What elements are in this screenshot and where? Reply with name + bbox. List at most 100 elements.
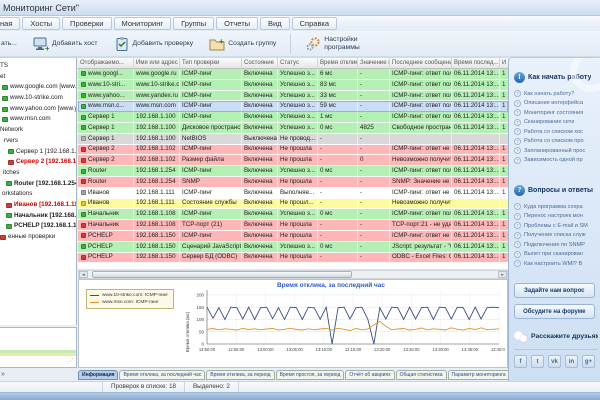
collapse-chevron-icon[interactable]: » — [1, 370, 9, 380]
table-cell: Состояние службы — [180, 199, 242, 209]
bottom-tab-1[interactable]: Время отклика, за последний час — [119, 370, 205, 380]
column-header-1[interactable]: Имя или адрес хо... — [134, 58, 180, 68]
menu-tab-0[interactable]: ная — [0, 17, 20, 30]
table-row[interactable]: PCHELP192.168.1.150Сценарий JavaScriptВк… — [78, 242, 508, 253]
scroll-right-arrow-icon[interactable]: ▸ — [498, 271, 507, 278]
table-row[interactable]: Сервер 1192.168.1.100Дисковое пространст… — [78, 123, 508, 134]
vk-icon[interactable]: vk — [548, 355, 561, 368]
resize-grip-icon[interactable]: ⋰ — [67, 358, 74, 365]
menu-tab-6[interactable]: Вид — [260, 17, 290, 30]
horizontal-scrollbar[interactable]: ◂ ▸ — [78, 270, 508, 279]
facebook-icon[interactable]: f — [514, 355, 527, 368]
toolbar-button-4[interactable]: Настройки программы — [297, 32, 368, 56]
column-header-9[interactable]: И — [500, 58, 508, 68]
table-row[interactable]: Сервер 2192.168.1.102Размер файлаВключен… — [78, 155, 508, 166]
column-header-2[interactable]: Тип проверки — [180, 58, 242, 68]
table-row[interactable]: www.msn.c...www.msn.comICMP-пингВключена… — [78, 101, 508, 112]
twitter-icon[interactable]: t — [531, 355, 544, 368]
menu-tab-5[interactable]: Отчеты — [216, 17, 258, 30]
table-row[interactable]: Сервер 1192.168.1.100NetBIOSВыключенаНе … — [78, 134, 508, 145]
google-plus-icon[interactable]: g+ — [582, 355, 595, 368]
table-row[interactable]: Иванов192.168.1.111Состояние службыВключ… — [78, 199, 508, 210]
tree-item-10[interactable]: itches — [0, 168, 76, 179]
table-row[interactable]: www.yahoo...www.yandex.ruICMP-пингВключе… — [78, 91, 508, 102]
help-link[interactable]: ?Как настроить WMI? В — [514, 259, 598, 269]
linkedin-icon[interactable]: in — [565, 355, 578, 368]
tree-item-6[interactable]: Network — [0, 125, 76, 136]
tree-item-11[interactable]: Router [192.168.1.254] — [0, 179, 76, 190]
table-cell: www.10-strike.com — [134, 80, 180, 90]
table-row[interactable]: Иванов192.168.1.111ICMP-пингВключенаВыпо… — [78, 188, 508, 199]
column-header-0[interactable]: Отображаемо... — [78, 58, 134, 68]
tree-item-0[interactable]: TS — [0, 61, 76, 72]
help-link[interactable]: ?Вылет при сканирован — [514, 250, 598, 260]
column-header-5[interactable]: Время отклика — [318, 58, 358, 68]
tree-item-3[interactable]: www.10-strike.com — [0, 93, 76, 104]
help-link[interactable]: ?Работа со списком про — [514, 137, 598, 147]
table-cell: Включена — [242, 231, 278, 241]
column-header-8[interactable]: Время послед... — [452, 58, 500, 68]
tree-item-2[interactable]: www.google.com [www.google.ru] — [0, 82, 76, 93]
help-link[interactable]: ?Куда программа сохра — [514, 202, 598, 212]
menu-tab-7[interactable]: Справка — [292, 17, 337, 30]
help-link[interactable]: ?Подключение по SNMP — [514, 240, 598, 250]
tree-item-14[interactable]: Начальник [192.168.1.108] — [0, 211, 76, 222]
table-row[interactable]: Начальник192.168.1.108TCP-порт (21)Включ… — [78, 220, 508, 231]
column-header-6[interactable]: Значение пар... — [358, 58, 390, 68]
help-link[interactable]: ?Мониторинг состояния — [514, 108, 598, 118]
bottom-tab-6[interactable]: Параметр мониторинга — [448, 370, 510, 380]
info-icon: i — [514, 72, 525, 83]
tree-item-4[interactable]: www.yahoo.com [www.yandex.ru] — [0, 104, 76, 115]
tree-item-16[interactable]: енные проверки — [0, 232, 76, 243]
tree-item-12[interactable]: orkstations — [0, 189, 76, 200]
svg-text:12:55:00: 12:55:00 — [228, 347, 245, 352]
help-link[interactable]: ?Запланированный прос — [514, 146, 598, 156]
tree-item-1[interactable]: et — [0, 72, 76, 83]
scrollbar-thumb[interactable] — [92, 271, 352, 278]
table-cell: - — [358, 166, 390, 176]
help-link[interactable]: ?Перенос настроек мон — [514, 212, 598, 222]
table-row[interactable]: www.10-stri...www.10-strike.comICMP-пинг… — [78, 80, 508, 91]
menu-tab-3[interactable]: Мониторинг — [114, 17, 172, 30]
toolbar-button-2[interactable]: Добавить проверку — [106, 32, 202, 56]
bottom-tab-4[interactable]: Отчёт об авариях — [345, 370, 394, 380]
menu-tab-4[interactable]: Группы — [173, 17, 214, 30]
table-row[interactable]: www.googl...www.google.ruICMP-пингВключе… — [78, 69, 508, 80]
help-link[interactable]: ?Сканирование сети — [514, 118, 598, 128]
scroll-left-arrow-icon[interactable]: ◂ — [79, 271, 88, 278]
toolbar-button-3[interactable]: +Создать группу — [201, 32, 284, 56]
forum-button[interactable]: Обсудите на форуме — [514, 304, 595, 319]
tree-item-9[interactable]: Сервер 2 [192.168.1.102] — [0, 157, 76, 168]
tree-item-5[interactable]: www.msn.com — [0, 114, 76, 125]
bottom-tab-5[interactable]: Общая статистика — [396, 370, 447, 380]
table-row[interactable]: PCHELP192.168.1.150Сервер БД (ODBC)Включ… — [78, 253, 508, 264]
column-header-3[interactable]: Состояние — [242, 58, 278, 68]
menu-tab-1[interactable]: Хосты — [22, 17, 60, 30]
help-link[interactable]: ?Получение списка служ — [514, 231, 598, 241]
tree-item-7[interactable]: rvers — [0, 136, 76, 147]
help-link[interactable]: ?Описание интерфейса — [514, 99, 598, 109]
table-row[interactable]: Сервер 2192.168.1.102ICMP-пингВключенаНе… — [78, 145, 508, 156]
bottom-tab-3[interactable]: Время простоя, за период — [276, 370, 345, 380]
help-link[interactable]: ?Зависимость одной пр — [514, 156, 598, 166]
toolbar-button-0[interactable]: ать... — [0, 32, 25, 56]
menu-tab-2[interactable]: Проверки — [62, 17, 111, 30]
column-header-4[interactable]: Статус — [278, 58, 318, 68]
table-row[interactable]: Начальник192.168.1.108ICMP-пингВключенаУ… — [78, 209, 508, 220]
table-cell: Начальник — [78, 220, 134, 230]
help-link[interactable]: ?Работа со списком хос — [514, 127, 598, 137]
table-row[interactable]: Сервер 1192.168.1.100ICMP-пингВключенаУс… — [78, 112, 508, 123]
toolbar-button-1[interactable]: +Добавить хост — [25, 32, 106, 56]
ask-question-button[interactable]: Задайте нам вопрос — [514, 283, 595, 298]
help-link[interactable]: ?Проблемы с E-mail и SM — [514, 221, 598, 231]
table-row[interactable]: PCHELP192.168.1.150ICMP-пингВключенаНе п… — [78, 231, 508, 242]
legend-label: www.10-strike.com: ICMP-пинг — [102, 293, 168, 298]
tree-item-15[interactable]: PCHELP [192.168.1.150] — [0, 221, 76, 232]
tree-item-8[interactable]: Сервер 1 [192.168.1.100] — [0, 147, 76, 158]
table-row[interactable]: Router192.168.1.254ICMP-пингВключенаУспе… — [78, 166, 508, 177]
tree-item-13[interactable]: Иванов [192.168.1.111] — [0, 200, 76, 211]
column-header-7[interactable]: Последнее сообщение — [390, 58, 452, 68]
bottom-tab-2[interactable]: Время отклика, за период — [206, 370, 274, 380]
bottom-tab-0[interactable]: Информация — [78, 370, 118, 380]
table-row[interactable]: Router192.168.1.254SNMPВключенаНе прошла… — [78, 177, 508, 188]
